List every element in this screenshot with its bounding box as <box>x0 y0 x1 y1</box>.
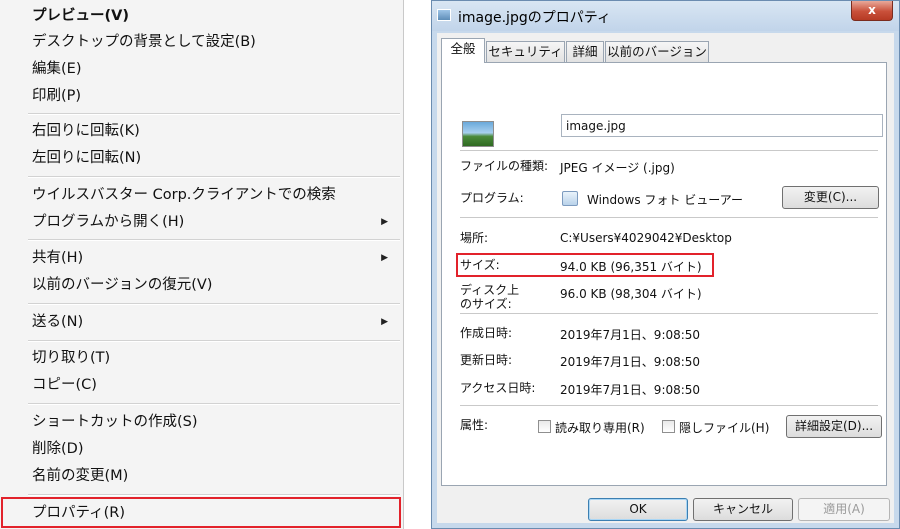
menu-item-label: 送る(N) <box>32 314 84 330</box>
menu-item-cut[interactable]: 切り取り(T) <box>0 345 402 371</box>
advanced-button[interactable]: 詳細設定(D)... <box>786 415 882 438</box>
location-label: 場所: <box>460 231 489 245</box>
highlight-box <box>1 497 401 528</box>
menu-item-send-to[interactable]: 送る(N) ▶ <box>0 309 402 335</box>
menu-item-label: 以前のバージョンの復元(V) <box>32 277 213 293</box>
close-button[interactable]: x <box>851 1 893 21</box>
divider <box>460 217 878 218</box>
menu-item-label: ウイルスバスター Corp.クライアントでの検索 <box>32 187 336 203</box>
menu-item-label: 左回りに回転(N) <box>32 150 142 166</box>
menu-item-label: コピー(C) <box>32 377 97 393</box>
menu-item-label: 削除(D) <box>32 441 84 457</box>
menu-item-rotate-clockwise[interactable]: 右回りに回転(K) <box>0 118 402 144</box>
menu-item-preview[interactable]: プレビュー(V) <box>0 3 402 29</box>
tab-general[interactable]: 全般 <box>441 38 485 63</box>
menu-item-label: 右回りに回転(K) <box>32 123 140 139</box>
menu-separator <box>28 303 400 305</box>
properties-dialog: image.jpgのプロパティ x 全般 セキュリティ 詳細 以前のバージョン … <box>431 0 900 529</box>
menu-item-restore-previous-versions[interactable]: 以前のバージョンの復元(V) <box>0 272 402 298</box>
file-type-value: JPEG イメージ (.jpg) <box>560 161 675 175</box>
size-on-disk-value: 96.0 KB (98,304 バイト) <box>560 287 702 301</box>
menu-separator <box>28 403 400 405</box>
file-name-input[interactable] <box>561 114 883 137</box>
program-label: プログラム: <box>460 191 524 205</box>
size-on-disk-label: ディスク上 のサイズ: <box>460 283 519 311</box>
created-label: 作成日時: <box>460 326 513 340</box>
menu-item-label: 名前の変更(M) <box>32 468 129 484</box>
menu-item-label: 印刷(P) <box>32 88 82 104</box>
photo-viewer-icon <box>562 191 578 206</box>
divider <box>460 150 878 151</box>
readonly-checkbox[interactable] <box>538 420 551 433</box>
menu-item-label: 共有(H) <box>32 250 84 266</box>
file-type-label: ファイルの種類: <box>460 159 549 173</box>
accessed-value: 2019年7月1日、9:08:50 <box>560 383 701 397</box>
submenu-arrow-icon: ▶ <box>381 317 388 327</box>
size-on-disk-label-line2: のサイズ: <box>460 297 512 311</box>
accessed-label: アクセス日時: <box>460 381 536 395</box>
change-program-button[interactable]: 変更(C)... <box>782 186 879 209</box>
submenu-arrow-icon: ▶ <box>381 217 388 227</box>
menu-item-rename[interactable]: 名前の変更(M) <box>0 463 402 489</box>
menu-item-edit[interactable]: 編集(E) <box>0 56 402 82</box>
menu-separator <box>28 494 400 496</box>
menu-separator <box>28 239 400 241</box>
image-file-icon <box>462 121 494 147</box>
general-tab-panel: ファイルの種類: JPEG イメージ (.jpg) プログラム: Windows… <box>441 62 887 486</box>
menu-item-label: 編集(E) <box>32 61 82 77</box>
menu-item-label: 切り取り(T) <box>32 350 111 366</box>
location-value: C:¥Users¥4029042¥Desktop <box>560 231 732 245</box>
menu-item-label: デスクトップの背景として設定(B) <box>32 34 256 50</box>
menu-separator <box>28 113 400 115</box>
dialog-client-area: 全般 セキュリティ 詳細 以前のバージョン ファイルの種類: JPEG イメージ… <box>437 33 894 523</box>
window-title: image.jpgのプロパティ <box>458 10 611 26</box>
menu-item-create-shortcut[interactable]: ショートカットの作成(S) <box>0 409 402 435</box>
ok-button[interactable]: OK <box>588 498 688 521</box>
modified-value: 2019年7月1日、9:08:50 <box>560 355 701 369</box>
apply-button[interactable]: 適用(A) <box>798 498 890 521</box>
menu-item-copy[interactable]: コピー(C) <box>0 372 402 398</box>
menu-item-label: プログラムから開く(H) <box>32 214 185 230</box>
menu-item-delete[interactable]: 削除(D) <box>0 436 402 462</box>
highlight-box <box>456 253 714 277</box>
divider <box>460 313 878 314</box>
window-icon <box>437 9 451 21</box>
context-menu: プレビュー(V) デスクトップの背景として設定(B) 編集(E) 印刷(P) 右… <box>0 0 404 529</box>
menu-item-virus-scan[interactable]: ウイルスバスター Corp.クライアントでの検索 <box>0 182 402 208</box>
menu-item-share[interactable]: 共有(H) ▶ <box>0 245 402 271</box>
menu-item-rotate-counterclockwise[interactable]: 左回りに回転(N) <box>0 145 402 171</box>
menu-item-label: ショートカットの作成(S) <box>32 414 198 430</box>
tab-previous-versions[interactable]: 以前のバージョン <box>605 41 709 62</box>
menu-separator <box>28 176 400 178</box>
hidden-checkbox[interactable] <box>662 420 675 433</box>
menu-item-print[interactable]: 印刷(P) <box>0 83 402 109</box>
menu-item-label: プレビュー(V) <box>32 8 129 24</box>
tab-details[interactable]: 詳細 <box>566 41 604 62</box>
size-on-disk-label-line1: ディスク上 <box>460 283 520 297</box>
title-bar[interactable]: image.jpgのプロパティ x <box>432 1 899 31</box>
menu-separator <box>28 340 400 342</box>
attributes-label: 属性: <box>460 418 489 432</box>
created-value: 2019年7月1日、9:08:50 <box>560 328 701 342</box>
readonly-checkbox-label: 読み取り専用(R) <box>555 421 645 435</box>
menu-item-open-with[interactable]: プログラムから開く(H) ▶ <box>0 209 402 235</box>
hidden-checkbox-label: 隠しファイル(H) <box>679 421 770 435</box>
modified-label: 更新日時: <box>460 353 513 367</box>
tab-security[interactable]: セキュリティ <box>486 41 565 62</box>
program-value: Windows フォト ビューアー <box>587 193 743 207</box>
menu-item-set-desktop-background[interactable]: デスクトップの背景として設定(B) <box>0 29 402 55</box>
divider <box>460 405 878 406</box>
submenu-arrow-icon: ▶ <box>381 253 388 263</box>
cancel-button[interactable]: キャンセル <box>693 498 793 521</box>
